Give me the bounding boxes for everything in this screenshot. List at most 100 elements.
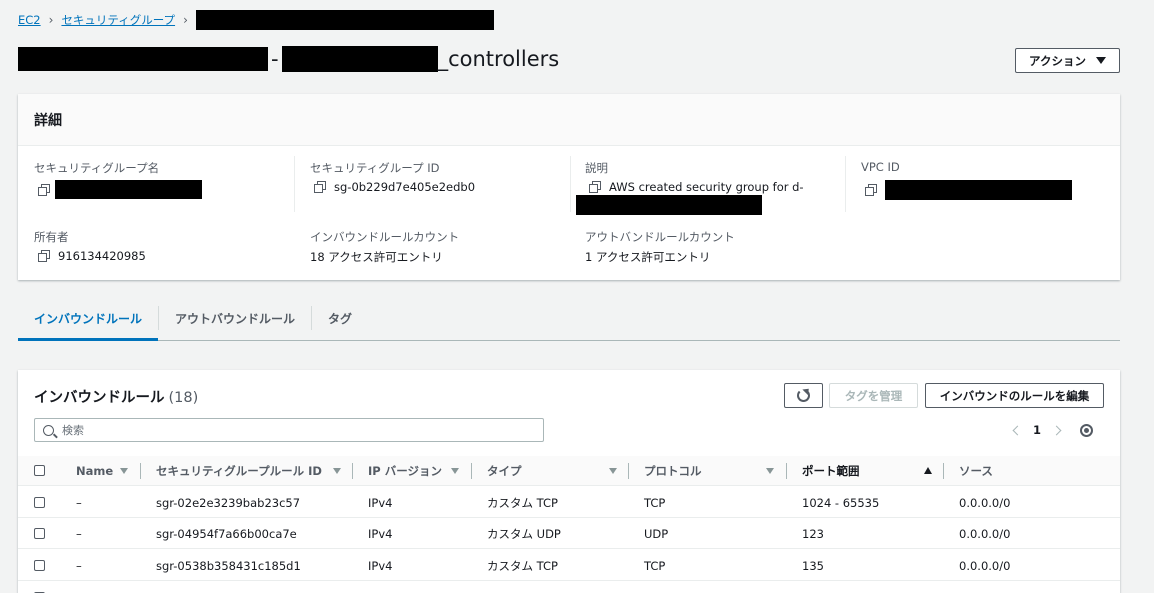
select-all-checkbox[interactable] (34, 465, 45, 476)
search-input[interactable] (62, 423, 532, 437)
manage-tags-button[interactable]: タグを管理 (829, 383, 918, 408)
refresh-icon (797, 389, 810, 402)
tab-bar: インバウンドルール アウトバウンドルール タグ (18, 296, 1120, 341)
tab-inbound-rules[interactable]: インバウンドルール (18, 296, 159, 341)
rules-heading: インバウンドルール (18) (34, 386, 198, 407)
cell-port-range: 123 (802, 526, 824, 541)
details-heading: 詳細 (18, 94, 1120, 146)
search-field (34, 418, 544, 442)
divider (294, 156, 295, 212)
cell-name: – (76, 495, 82, 510)
caret-down-icon (1095, 57, 1106, 64)
sort-icon[interactable] (333, 468, 341, 474)
breadcrumb-ec2-link[interactable]: EC2 (18, 13, 41, 27)
column-separator[interactable] (786, 463, 787, 479)
actions-button[interactable]: アクション (1015, 48, 1120, 73)
edit-inbound-rules-button[interactable]: インバウンドのルールを編集 (925, 383, 1104, 408)
pagination: 1 (1012, 420, 1094, 440)
rules-title: インバウンドルール (34, 390, 165, 406)
cell-name: – (76, 526, 82, 541)
cell-rule-id: sgr-02e2e3239bab23c57 (156, 495, 301, 510)
row-checkbox[interactable] (34, 497, 45, 508)
cell-port-range: 1024 - 65535 (802, 495, 880, 510)
cell-source: 0.0.0.0/0 (959, 558, 1011, 573)
vpc-id-label: VPC ID (861, 160, 900, 174)
cell-ip-version: IPv4 (368, 558, 393, 573)
page-number[interactable]: 1 (1033, 423, 1041, 437)
copy-icon[interactable] (314, 181, 326, 193)
column-separator[interactable] (628, 463, 629, 479)
search-icon (43, 424, 54, 436)
divider (845, 156, 846, 212)
owner-value: 916134420985 (58, 249, 146, 263)
title-dash: - (271, 47, 279, 71)
col-rule-id[interactable]: セキュリティグループルール ID (156, 456, 322, 486)
cell-ip-version: IPv4 (368, 526, 393, 541)
sort-icon[interactable] (766, 468, 774, 474)
tab-tags[interactable]: タグ (312, 296, 368, 340)
copy-icon[interactable] (589, 181, 601, 193)
table-header: Name セキュリティグループルール ID IP バージョン タイプ プロトコル… (18, 456, 1120, 486)
column-separator[interactable] (471, 463, 472, 479)
field-description: 説明 AWS created security group for d- (576, 160, 804, 218)
gear-icon[interactable] (1080, 423, 1094, 437)
cell-type: カスタム UDP (487, 526, 561, 541)
inbound-rules-panel: インバウンドルール(18) タグを管理 インバウンドのルールを編集 1 Name… (18, 370, 1120, 593)
sg-name-label: セキュリティグループ名 (34, 161, 160, 175)
redacted-vpc-id (885, 180, 1072, 200)
row-checkbox[interactable] (34, 528, 45, 539)
col-ip-version[interactable]: IP バージョン (368, 456, 442, 486)
copy-icon[interactable] (38, 250, 50, 262)
copy-icon[interactable] (38, 183, 50, 196)
cell-protocol: TCP (644, 558, 666, 573)
divider (570, 156, 571, 212)
chevron-left-icon[interactable] (1012, 425, 1023, 435)
col-type[interactable]: タイプ (487, 456, 522, 486)
tab-outbound-rules[interactable]: アウトバウンドルール (159, 296, 311, 340)
table-row[interactable]: – sgr-04954f7a66b00ca7e IPv4 カスタム UDP UD… (18, 518, 1120, 549)
inbound-count-value: 18 アクセス許可エントリ (310, 250, 443, 264)
cell-rule-id: sgr-0538b358431c185d1 (156, 558, 301, 573)
redacted-title-part (281, 46, 438, 72)
sort-icon[interactable] (609, 468, 617, 474)
col-name[interactable]: Name (76, 456, 113, 486)
refresh-button[interactable] (784, 383, 823, 408)
redacted-sg-name (55, 180, 202, 199)
breadcrumb: EC2 › セキュリティグループ › (18, 10, 494, 30)
copy-icon[interactable] (865, 184, 877, 196)
col-protocol[interactable]: プロトコル (644, 456, 702, 486)
sort-ascending-icon[interactable] (924, 467, 932, 474)
field-vpc-id: VPC ID (861, 160, 1072, 200)
cell-rule-id: sgr-04954f7a66b00ca7e (156, 526, 297, 541)
page-title: - _controllers (18, 44, 559, 74)
cell-protocol: TCP (644, 495, 666, 510)
chevron-right-icon[interactable] (1051, 425, 1062, 435)
field-outbound-count: アウトバンドルールカウント 1 アクセス許可エントリ (585, 229, 735, 265)
table-row[interactable]: – sgr-02e2e3239bab23c57 IPv4 カスタム TCP TC… (18, 487, 1120, 518)
col-source[interactable]: ソース (959, 456, 993, 486)
col-port-range[interactable]: ポート範囲 (802, 456, 860, 486)
owner-label: 所有者 (34, 230, 69, 244)
cell-type: カスタム TCP (487, 495, 558, 510)
rules-count: (18) (168, 390, 199, 406)
table-row[interactable]: – sgr-0538b358431c185d1 IPv4 カスタム TCP TC… (18, 550, 1120, 581)
breadcrumb-security-groups-link[interactable]: セキュリティグループ (61, 12, 175, 28)
cell-ip-version: IPv4 (368, 495, 393, 510)
sort-icon[interactable] (451, 468, 459, 474)
redacted-title-part (18, 47, 268, 71)
sort-icon[interactable] (120, 468, 128, 474)
sg-id-label: セキュリティグループ ID (310, 161, 440, 175)
column-separator[interactable] (352, 463, 353, 479)
cell-source: 0.0.0.0/0 (959, 495, 1011, 510)
description-label: 説明 (585, 161, 608, 175)
table-row[interactable] (18, 582, 1120, 593)
redacted-breadcrumb-current (195, 10, 494, 30)
field-sg-id: セキュリティグループ ID sg-0b229d7e405e2edb0 (310, 160, 475, 194)
column-separator[interactable] (140, 463, 141, 479)
cell-port-range: 135 (802, 558, 824, 573)
chevron-right-icon: › (183, 13, 188, 27)
column-separator[interactable] (943, 463, 944, 479)
field-owner: 所有者 916134420985 (34, 229, 146, 263)
row-checkbox[interactable] (34, 560, 45, 571)
cell-name: – (76, 558, 82, 573)
